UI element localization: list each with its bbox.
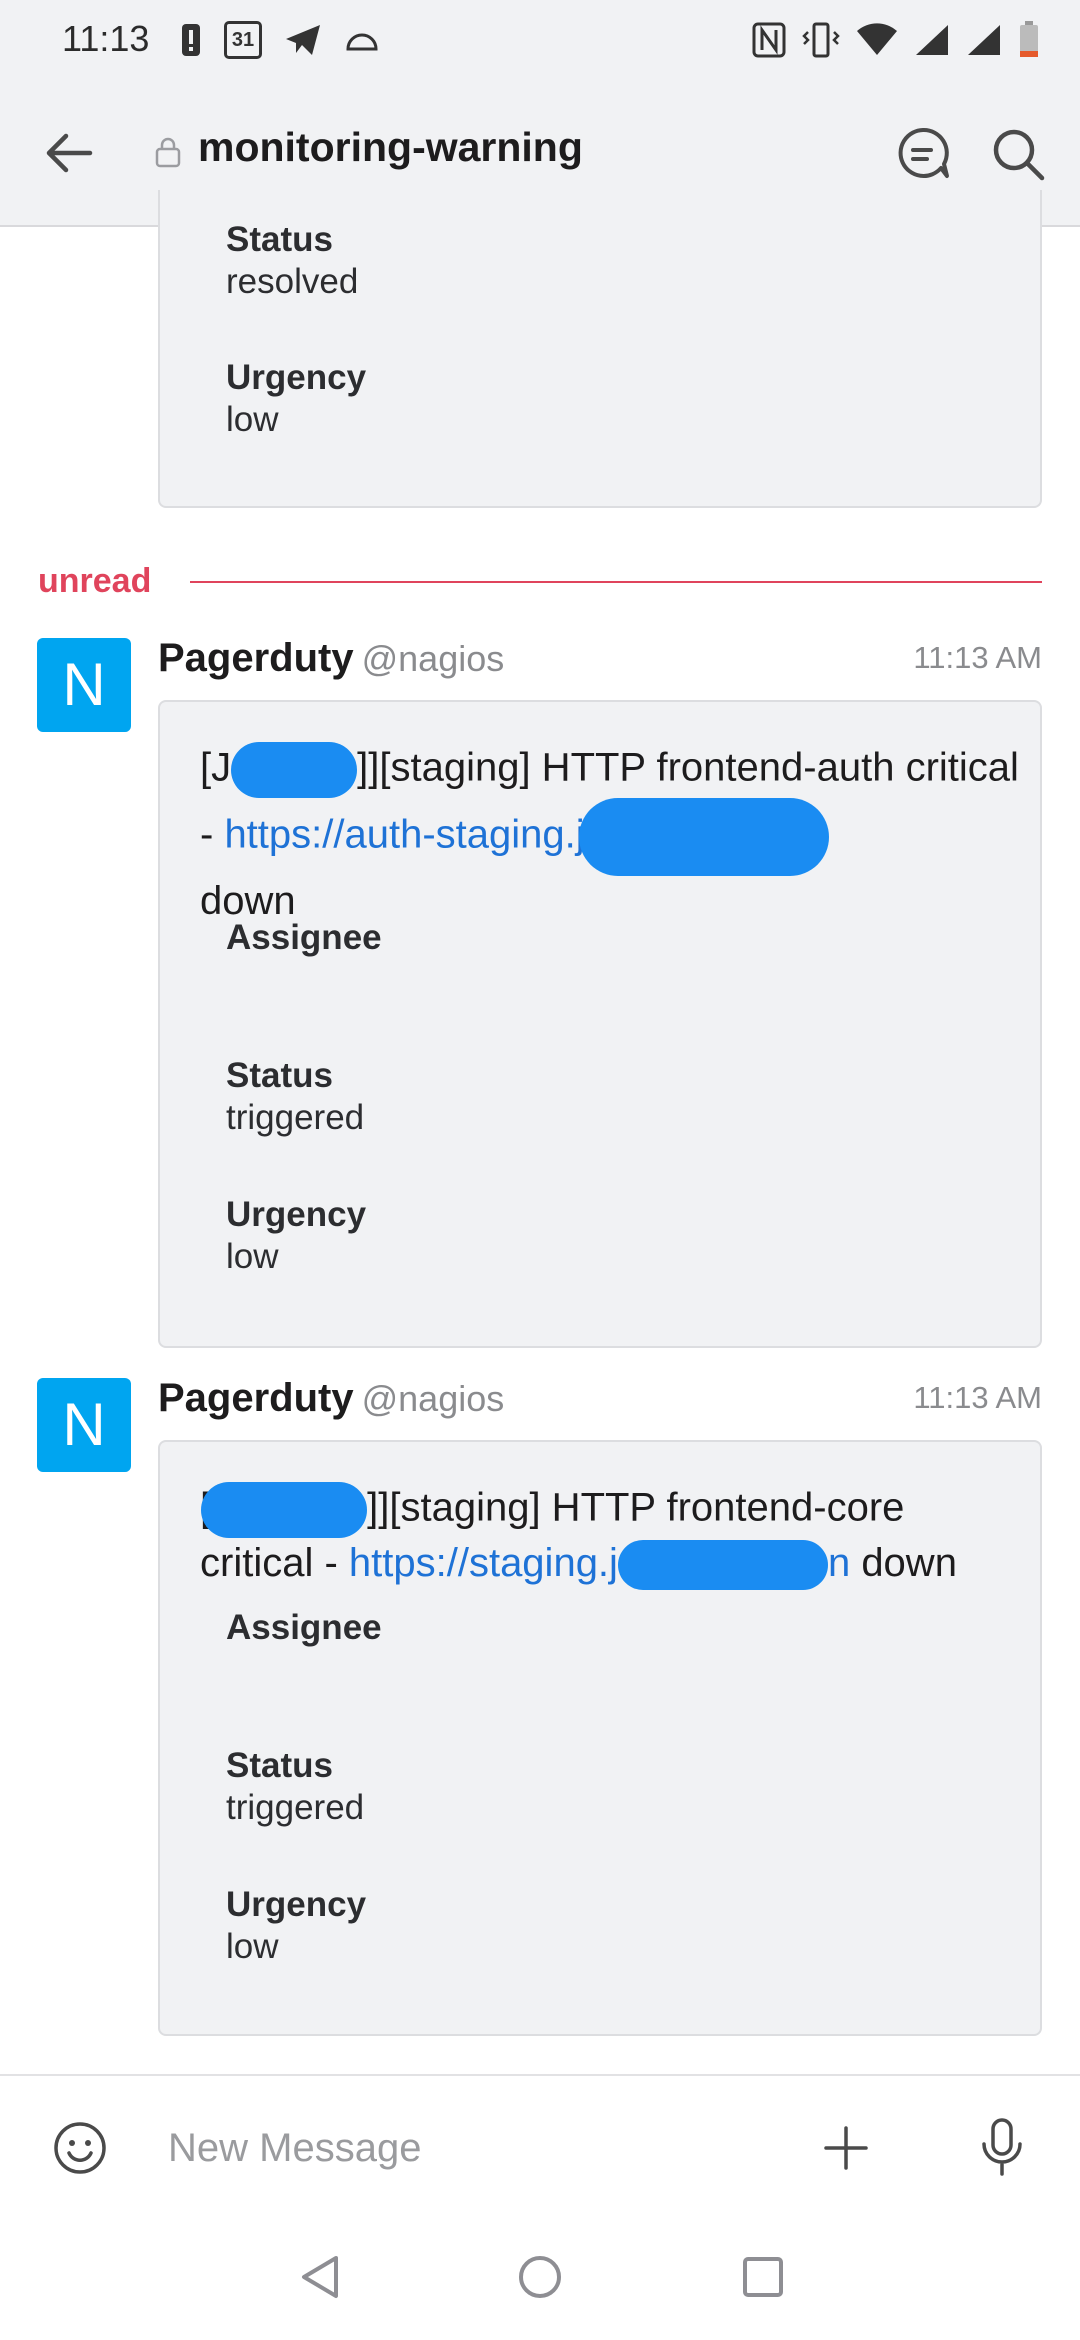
back-arrow-icon[interactable] xyxy=(40,124,98,182)
alert-text-prefix: [J xyxy=(200,745,232,790)
emoji-icon[interactable] xyxy=(52,2120,108,2176)
redaction-mark xyxy=(201,1482,368,1538)
previous-status-value: resolved xyxy=(226,262,359,301)
signal-icon xyxy=(916,25,948,55)
alert-icon xyxy=(182,24,200,56)
sender-avatar[interactable]: N xyxy=(37,1378,131,1472)
nfc-icon xyxy=(752,22,786,58)
assignee-label: Assignee xyxy=(226,918,382,957)
unread-divider-line xyxy=(190,581,1042,583)
previous-urgency-value: low xyxy=(226,400,279,439)
alert-link-tail[interactable]: n xyxy=(828,1541,850,1585)
previous-urgency-label: Urgency xyxy=(226,358,367,397)
alert-text: []][staging] HTTP frontend-core critical… xyxy=(200,1482,1020,1591)
lock-icon xyxy=(155,137,181,168)
nav-back-icon[interactable] xyxy=(296,2252,346,2302)
status-label: Status xyxy=(226,1746,333,1785)
telegram-icon xyxy=(286,25,320,55)
alert-text-suffix: down xyxy=(200,879,296,923)
vibrate-icon xyxy=(802,22,840,58)
threads-icon[interactable] xyxy=(895,126,951,182)
sender-handle[interactable]: @nagios xyxy=(362,638,505,679)
message-input[interactable] xyxy=(168,2122,768,2174)
sender-handle[interactable]: @nagios xyxy=(362,1378,505,1419)
status-label: Status xyxy=(226,1056,333,1095)
signal-icon-2 xyxy=(968,25,1000,55)
redaction-mark xyxy=(578,798,829,876)
status-bar: 11:13 31 xyxy=(0,0,1080,78)
unread-divider-label: unread xyxy=(38,562,152,600)
alert-link[interactable]: https://staging.j xyxy=(349,1541,618,1585)
urgency-label: Urgency xyxy=(226,1885,367,1924)
status-notification-icons: 31 xyxy=(180,20,380,60)
sender-avatar[interactable]: N xyxy=(37,638,131,732)
nav-recents-icon[interactable] xyxy=(738,2252,788,2302)
wifi-icon xyxy=(857,23,897,55)
urgency-value: low xyxy=(226,1927,279,1966)
status-system-icons xyxy=(752,20,1040,60)
microphone-icon[interactable] xyxy=(974,2116,1030,2178)
alert-link[interactable]: https://auth-staging.j xyxy=(224,813,584,857)
message-sender[interactable]: Pagerduty @nagios xyxy=(158,1376,504,1421)
system-navigation-bar xyxy=(0,2222,1080,2340)
urgency-label: Urgency xyxy=(226,1195,367,1234)
status-value: triggered xyxy=(226,1788,365,1827)
plus-icon[interactable] xyxy=(818,2120,874,2176)
message-timestamp: 11:13 AM xyxy=(913,1380,1042,1415)
redaction-mark xyxy=(617,1540,828,1591)
message-composer xyxy=(0,2074,1080,2222)
previous-status-label: Status xyxy=(226,220,333,259)
status-time: 11:13 xyxy=(62,18,150,59)
alert-text-suffix: down xyxy=(861,1541,957,1585)
alert-text: [J]][staging] HTTP frontend-auth critica… xyxy=(200,742,1020,926)
message-timestamp: 11:13 AM xyxy=(913,640,1042,675)
cloud-icon xyxy=(346,33,378,51)
message-sender[interactable]: Pagerduty @nagios xyxy=(158,636,504,681)
sender-name[interactable]: Pagerduty xyxy=(158,636,354,680)
search-icon[interactable] xyxy=(990,126,1046,182)
nav-home-icon[interactable] xyxy=(515,2252,565,2302)
redaction-mark xyxy=(231,742,358,798)
channel-title[interactable]: monitoring-warning xyxy=(198,124,583,171)
assignee-label: Assignee xyxy=(226,1608,382,1647)
urgency-value: low xyxy=(226,1237,279,1276)
sender-name[interactable]: Pagerduty xyxy=(158,1376,354,1420)
calendar-icon: 31 xyxy=(224,21,262,59)
status-value: triggered xyxy=(226,1098,365,1137)
battery-icon xyxy=(1020,21,1038,57)
